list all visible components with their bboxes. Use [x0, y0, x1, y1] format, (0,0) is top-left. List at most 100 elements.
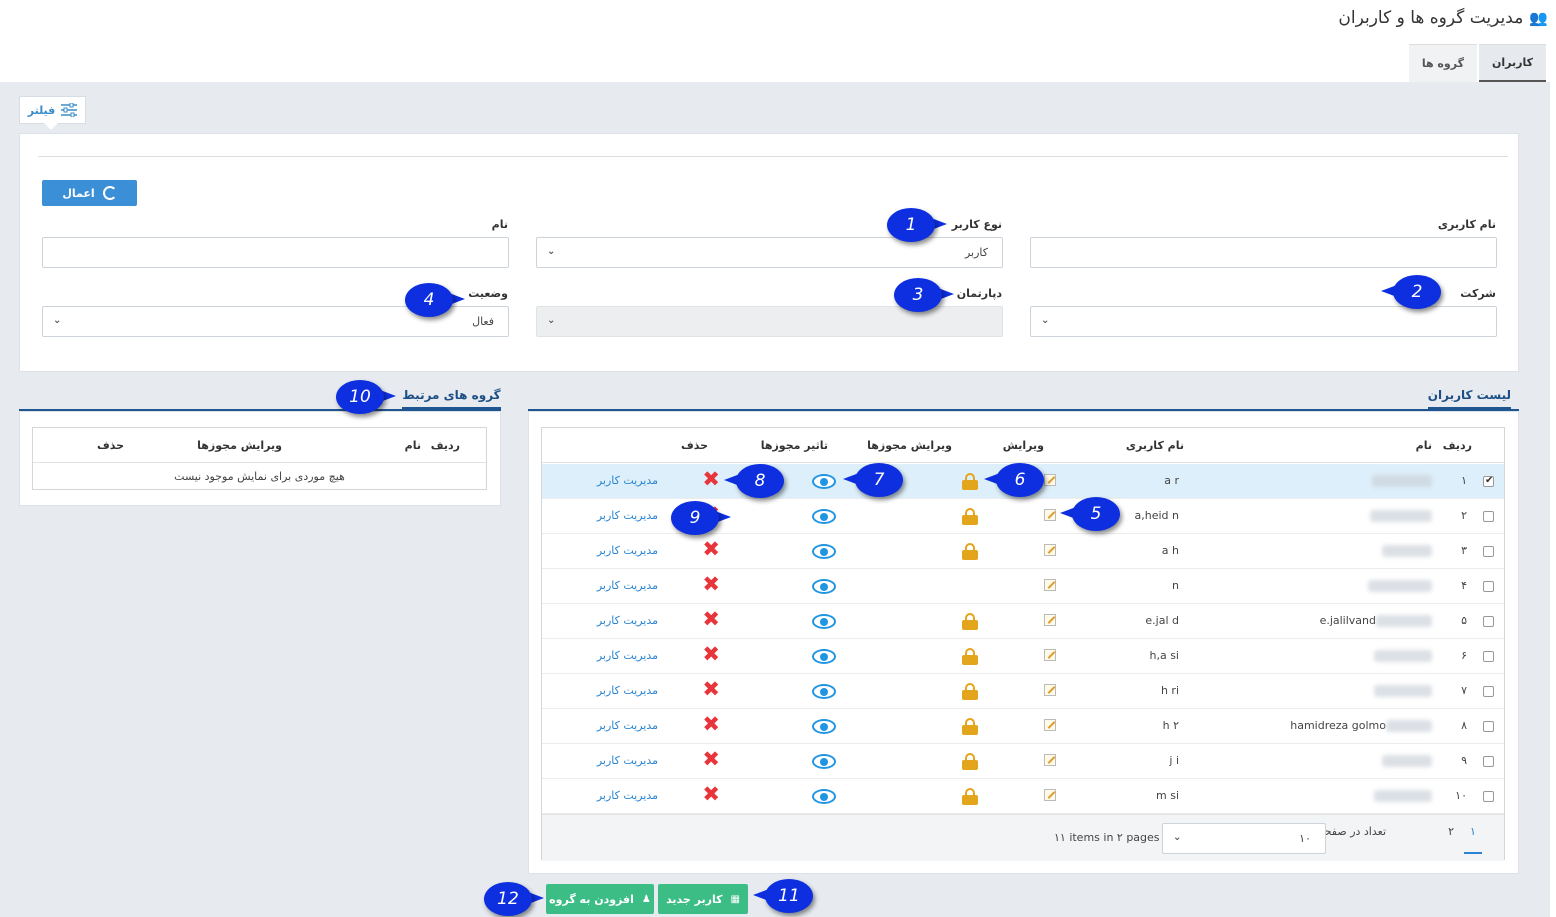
user-type-value: کاربر — [964, 246, 988, 259]
row-index: ۲ — [1461, 509, 1467, 522]
edit-icon[interactable] — [1044, 579, 1056, 591]
callout-9: 9 — [671, 501, 731, 535]
delete-icon[interactable]: ✖ — [702, 679, 720, 700]
lock-icon[interactable] — [962, 613, 978, 630]
edit-icon[interactable] — [1044, 719, 1056, 731]
table-row[interactable]: ۱۰ m si ✖ مدیریت کاربر — [542, 779, 1504, 814]
edit-icon[interactable] — [1044, 509, 1056, 521]
lock-icon[interactable] — [962, 753, 978, 770]
delete-icon[interactable]: ✖ — [702, 609, 720, 630]
delete-icon[interactable]: ✖ — [702, 644, 720, 665]
row-checkbox[interactable] — [1483, 546, 1494, 557]
row-checkbox[interactable] — [1483, 756, 1494, 767]
page-2-button[interactable]: ۲ — [1448, 825, 1454, 838]
callout-1: 1 — [887, 208, 947, 242]
tab-groups[interactable]: گروه ها — [1408, 44, 1477, 82]
edit-icon[interactable] — [1044, 789, 1056, 801]
name-input[interactable] — [42, 237, 509, 268]
eye-icon[interactable] — [812, 579, 836, 594]
add-to-group-button[interactable]: ♟ افزودن به گروه — [546, 884, 654, 914]
row-name — [1374, 789, 1432, 802]
edit-icon[interactable] — [1044, 649, 1056, 661]
lock-icon[interactable] — [962, 508, 978, 525]
table-row[interactable]: ۹ j i ✖ مدیریت کاربر — [542, 744, 1504, 779]
eye-icon[interactable] — [812, 649, 836, 664]
manage-user-link[interactable]: مدیریت کاربر — [597, 544, 658, 557]
row-index: ۱ — [1461, 474, 1467, 487]
groups-grid: ردیف نام ویرایش مجوزها حذف هیچ موردی برا… — [32, 427, 487, 490]
eye-icon[interactable] — [812, 789, 836, 804]
row-checkbox[interactable] — [1483, 475, 1494, 487]
eye-icon[interactable] — [812, 474, 836, 489]
lock-icon[interactable] — [962, 473, 978, 490]
edit-icon[interactable] — [1044, 544, 1056, 556]
manage-user-link[interactable]: مدیریت کاربر — [597, 649, 658, 662]
table-row[interactable]: ۶ h,a si ✖ مدیریت کاربر — [542, 639, 1504, 674]
page-1-button[interactable]: ۱ — [1464, 825, 1482, 854]
table-row[interactable]: ۷ h ri ✖ مدیریت کاربر — [542, 674, 1504, 709]
eye-icon[interactable] — [812, 719, 836, 734]
col-name: نام — [404, 439, 421, 452]
row-checkbox[interactable] — [1483, 791, 1494, 802]
row-name: e.jalilvand — [1320, 614, 1432, 627]
page-size-select[interactable]: ۱۰ ⌄ — [1162, 823, 1326, 854]
username-input[interactable] — [1030, 237, 1497, 268]
delete-icon[interactable]: ✖ — [702, 749, 720, 770]
eye-icon[interactable] — [812, 544, 836, 559]
table-row[interactable]: ۴ n ✖ مدیریت کاربر — [542, 569, 1504, 604]
lock-icon[interactable] — [962, 788, 978, 805]
row-checkbox[interactable] — [1483, 616, 1494, 627]
manage-user-link[interactable]: مدیریت کاربر — [597, 579, 658, 592]
edit-icon[interactable] — [1044, 474, 1056, 486]
page-size-label: تعداد در صفحه — [1318, 825, 1386, 838]
table-row[interactable]: ۸ hamidreza golmo h ۲ ✖ مدیریت کاربر — [542, 709, 1504, 744]
manage-user-link[interactable]: مدیریت کاربر — [597, 509, 658, 522]
pager-summary: ۱۱ items in ۲ pages — [1054, 831, 1160, 844]
delete-icon[interactable]: ✖ — [702, 784, 720, 805]
delete-icon[interactable]: ✖ — [702, 539, 720, 560]
manage-user-link[interactable]: مدیریت کاربر — [597, 754, 658, 767]
eye-icon[interactable] — [812, 754, 836, 769]
delete-icon[interactable]: ✖ — [702, 469, 720, 490]
apply-filter-button[interactable]: اعمال — [42, 180, 137, 206]
row-index: ۱۰ — [1455, 789, 1467, 802]
row-checkbox[interactable] — [1483, 686, 1494, 697]
filter-panel: اعمال نام کاربری نوع کاربر کاربر ⌄ نام ش… — [19, 133, 1519, 372]
company-select[interactable]: ⌄ — [1030, 306, 1497, 337]
table-row[interactable]: ۳ a h ✖ مدیریت کاربر — [542, 534, 1504, 569]
row-checkbox[interactable] — [1483, 721, 1494, 732]
edit-icon[interactable] — [1044, 614, 1056, 626]
manage-user-link[interactable]: مدیریت کاربر — [597, 719, 658, 732]
manage-user-link[interactable]: مدیریت کاربر — [597, 474, 658, 487]
edit-icon[interactable] — [1044, 754, 1056, 766]
row-name — [1382, 754, 1432, 767]
manage-user-link[interactable]: مدیریت کاربر — [597, 614, 658, 627]
username-label: نام کاربری — [1437, 218, 1496, 231]
eye-icon[interactable] — [812, 614, 836, 629]
row-checkbox[interactable] — [1483, 651, 1494, 662]
row-checkbox[interactable] — [1483, 581, 1494, 592]
company-label: شرکت — [1460, 287, 1496, 300]
lock-icon[interactable] — [962, 683, 978, 700]
users-panel-tab[interactable]: لیست کاربران — [1427, 388, 1511, 410]
row-username: a r — [1164, 474, 1179, 487]
status-label: وضعیت — [468, 287, 508, 300]
lock-icon[interactable] — [962, 543, 978, 560]
lock-icon[interactable] — [962, 718, 978, 735]
new-user-button[interactable]: ▦ کاربر جدید — [658, 884, 748, 914]
manage-user-link[interactable]: مدیریت کاربر — [597, 684, 658, 697]
edit-icon[interactable] — [1044, 684, 1056, 696]
table-row[interactable]: ۵ e.jalilvand e.jal d ✖ مدیریت کاربر — [542, 604, 1504, 639]
filter-toggle-button[interactable]: فیلتر — [19, 96, 86, 130]
groups-panel-tab[interactable]: گروه های مرتبط — [402, 388, 501, 410]
delete-icon[interactable]: ✖ — [702, 574, 720, 595]
row-name — [1372, 474, 1432, 487]
row-checkbox[interactable] — [1483, 511, 1494, 522]
eye-icon[interactable] — [812, 684, 836, 699]
row-name — [1368, 579, 1432, 592]
delete-icon[interactable]: ✖ — [702, 714, 720, 735]
tab-users[interactable]: کاربران — [1479, 44, 1546, 82]
lock-icon[interactable] — [962, 648, 978, 665]
eye-icon[interactable] — [812, 509, 836, 524]
manage-user-link[interactable]: مدیریت کاربر — [597, 789, 658, 802]
